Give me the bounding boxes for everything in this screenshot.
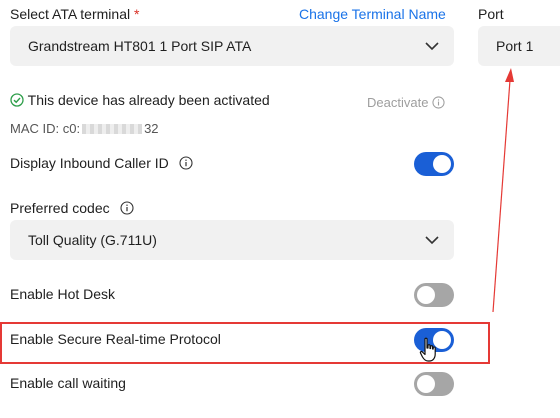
toggle-knob [417, 375, 435, 393]
check-circle-icon [10, 93, 24, 107]
chevron-down-icon [425, 236, 439, 245]
annotation-arrow [492, 68, 514, 313]
deactivate-button[interactable]: Deactivate [367, 95, 445, 110]
activation-status-text: This device has already been activated [27, 92, 270, 108]
info-icon [179, 156, 193, 170]
preferred-codec-text: Preferred codec [10, 200, 110, 216]
mac-id: MAC ID: c0: 32 [10, 121, 159, 136]
hot-desk-label: Enable Hot Desk [10, 286, 116, 302]
required-asterisk: * [133, 6, 140, 22]
toggle-knob [433, 155, 451, 173]
mac-id-redacted [82, 124, 143, 134]
srtp-label: Enable Secure Real-time Protocol [10, 331, 221, 347]
preferred-codec-select[interactable]: Toll Quality (G.711U) [10, 220, 454, 260]
mac-id-prefix: MAC ID: c0: [10, 121, 81, 136]
info-icon [119, 201, 134, 215]
call-waiting-toggle[interactable] [414, 372, 454, 396]
inbound-caller-id-label: Display Inbound Caller ID [10, 155, 193, 171]
hot-desk-toggle[interactable] [414, 283, 454, 307]
inbound-caller-id-text: Display Inbound Caller ID [10, 155, 169, 171]
activation-status: This device has already been activated [10, 92, 270, 108]
ata-terminal-label: Select ATA terminal * [10, 6, 139, 22]
ata-terminal-label-text: Select ATA terminal [10, 6, 131, 22]
ata-terminal-selected-value: Grandstream HT801 1 Port SIP ATA [28, 38, 252, 54]
port-label: Port [478, 6, 504, 22]
mac-id-suffix: 32 [144, 121, 159, 136]
deactivate-label: Deactivate [367, 95, 429, 110]
toggle-knob [417, 286, 435, 304]
call-waiting-label: Enable call waiting [10, 375, 126, 391]
port-selected-value: Port 1 [496, 38, 534, 54]
preferred-codec-value: Toll Quality (G.711U) [28, 232, 157, 248]
ata-terminal-select[interactable]: Grandstream HT801 1 Port SIP ATA [10, 26, 454, 66]
inbound-caller-id-toggle[interactable] [414, 152, 454, 176]
preferred-codec-label: Preferred codec [10, 200, 134, 216]
info-icon [432, 96, 445, 109]
chevron-down-icon [425, 42, 439, 51]
port-select[interactable]: Port 1 [478, 26, 560, 66]
hand-pointer-icon [419, 337, 436, 362]
change-terminal-name-link[interactable]: Change Terminal Name [299, 6, 446, 22]
